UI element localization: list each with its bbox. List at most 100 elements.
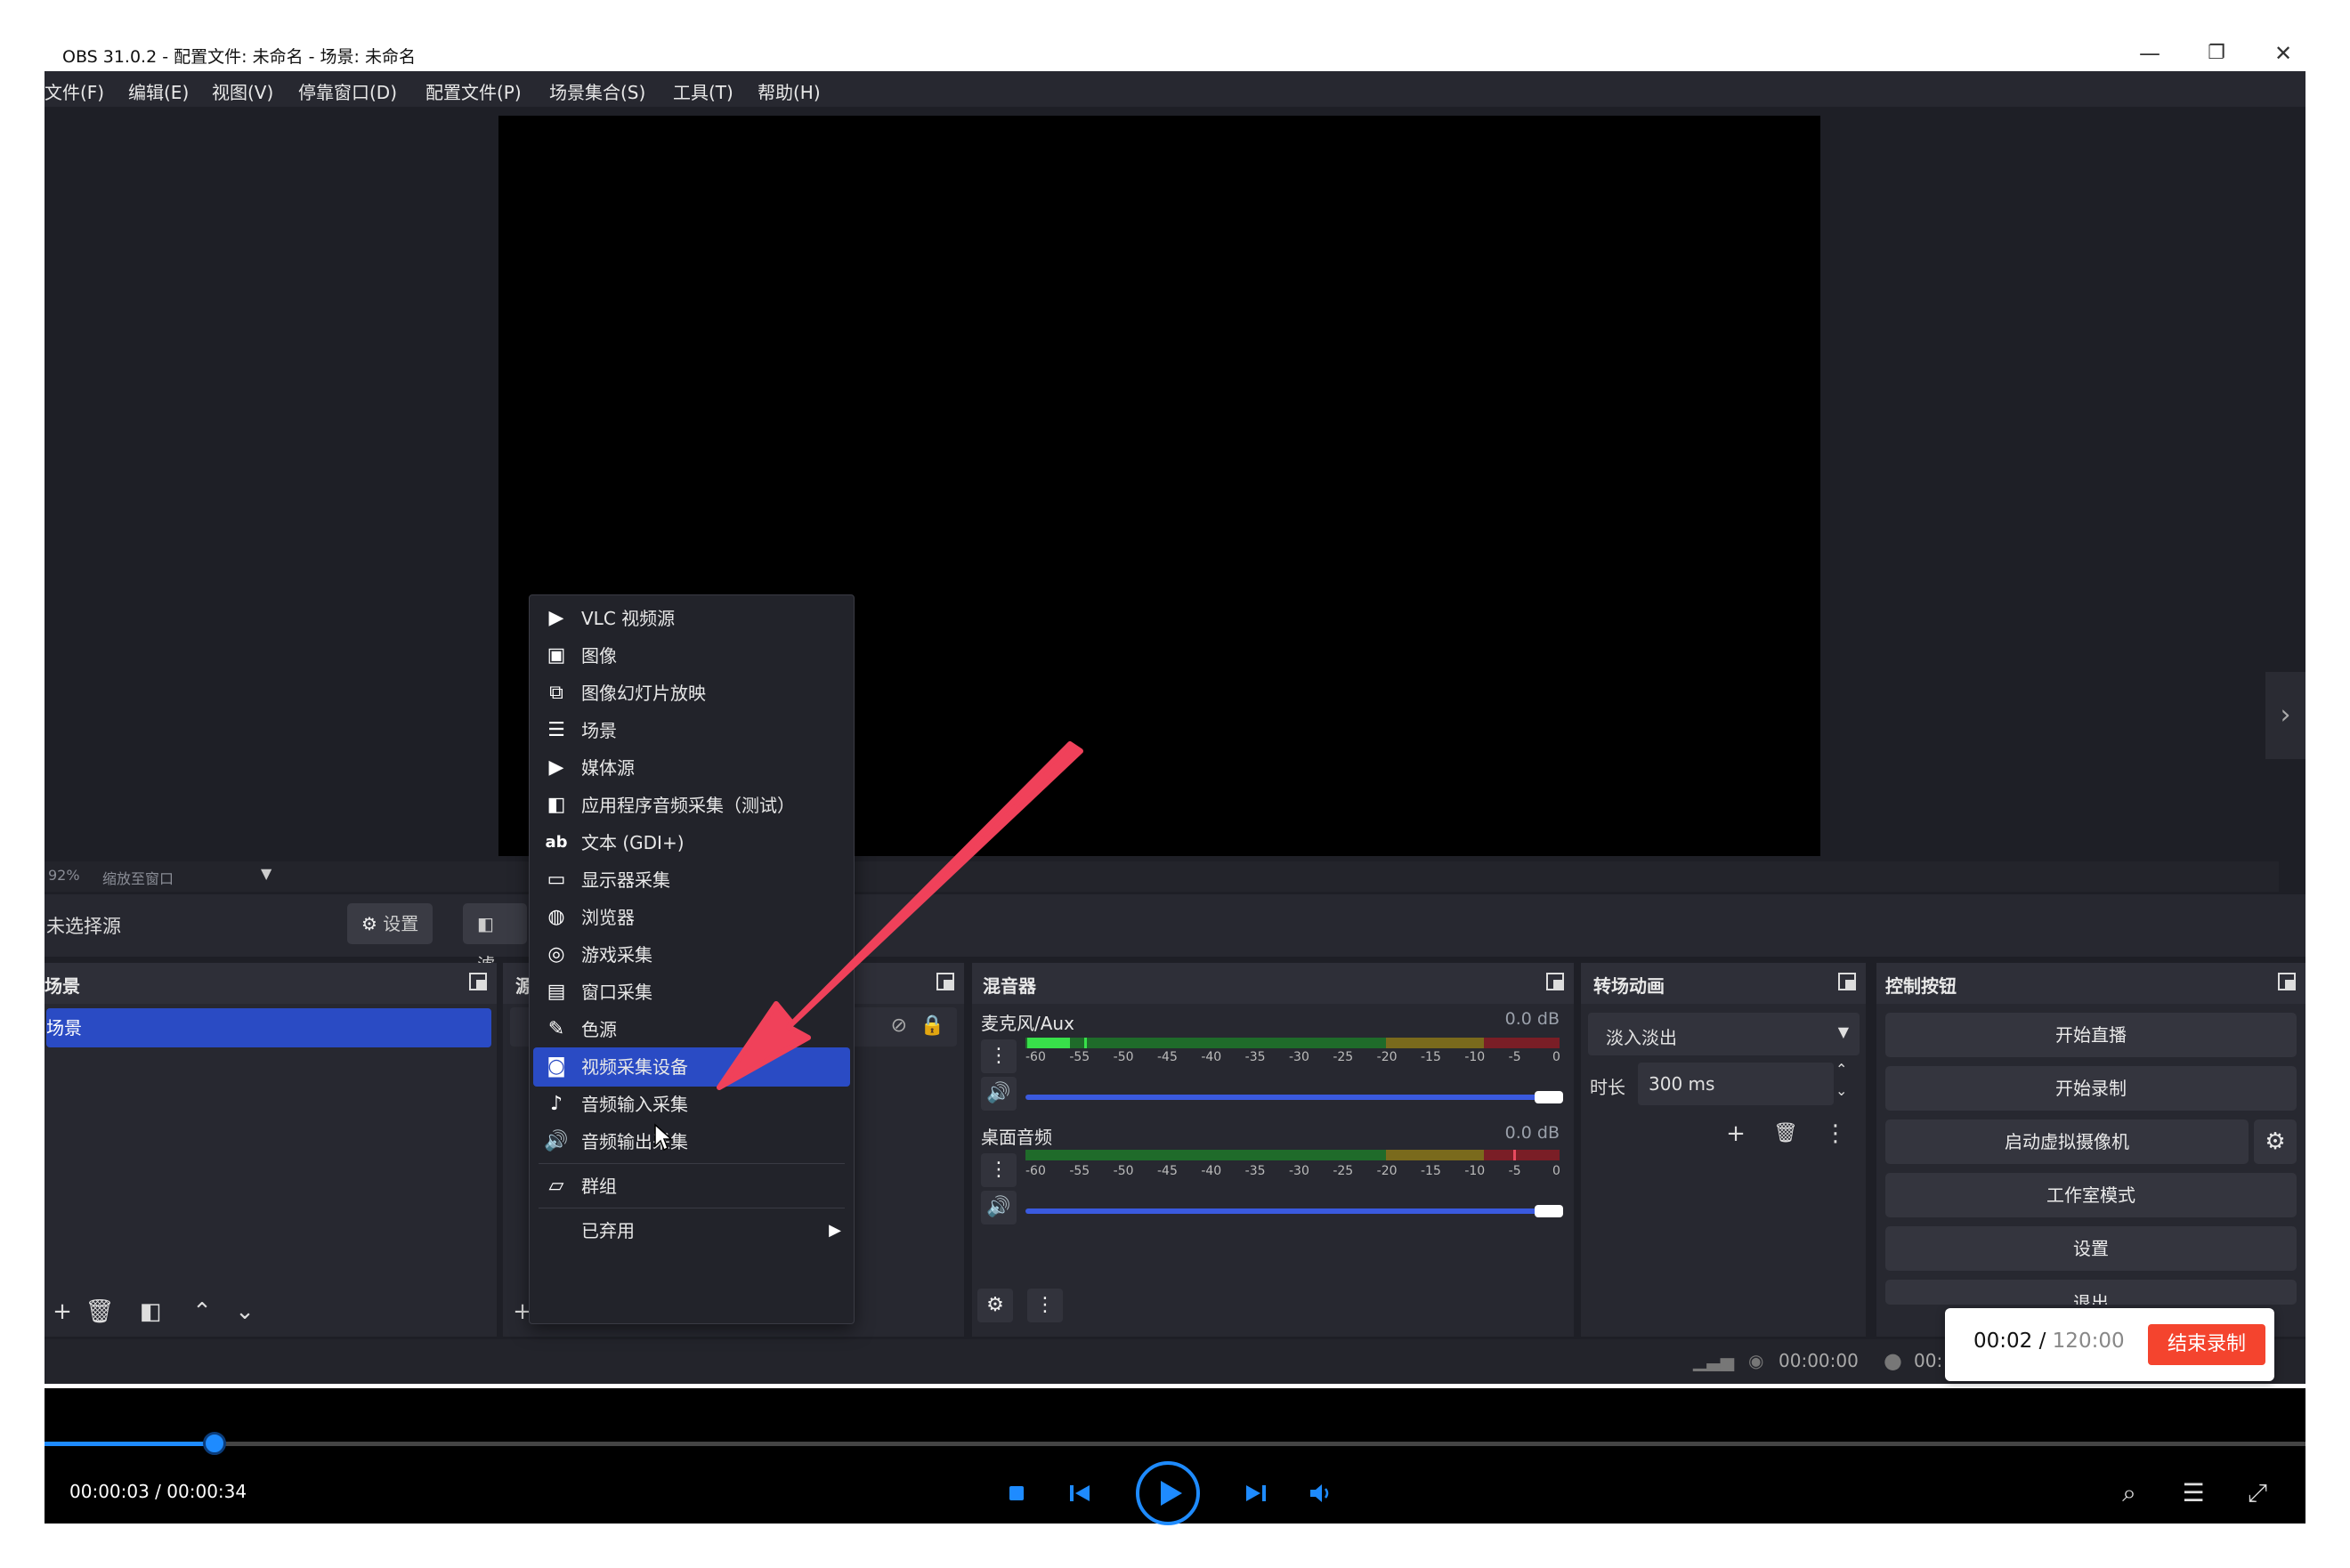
image-icon: ▣ <box>547 644 566 667</box>
recording-total: 120:00 <box>2052 1330 2125 1353</box>
meter-scale: -60 -55 -50 -45 -40 -35 -30 -25 -20 -15 -10 -5 0 <box>1025 1050 1560 1066</box>
menu-profile[interactable]: 配置文件(P) <box>425 78 522 104</box>
undock-icon[interactable] <box>1837 972 1857 991</box>
menu-file[interactable]: 文件(F) <box>45 78 104 104</box>
signal-icon: ▁▃▅ <box>1693 1350 1735 1371</box>
menu-item-label: 窗口采集 <box>581 982 652 1003</box>
volume-icon[interactable] <box>1307 1481 1335 1506</box>
scenes-dock-title: 场景 <box>45 975 80 997</box>
meter-scale-label: -60 <box>1025 1164 1046 1178</box>
menu-item-16[interactable]: 已弃用 ▶ <box>533 1211 850 1250</box>
source-settings-button[interactable]: ⚙ 设置 <box>347 903 434 944</box>
volume-slider[interactable] <box>1025 1095 1560 1100</box>
menu-item-label: 场景 <box>581 720 617 741</box>
menu-item-15[interactable]: ▱ 群组 <box>533 1167 850 1206</box>
menu-item-2[interactable]: ⧉ 图像幻灯片放映 <box>533 674 850 713</box>
scenes-dock-header: 场景 <box>45 963 497 1004</box>
menu-item-1[interactable]: ▣ 图像 <box>533 636 850 675</box>
close-button[interactable]: ✕ <box>2252 39 2314 68</box>
slideshow-icon: ⧉ <box>549 682 563 704</box>
trash-icon[interactable]: 🗑 <box>80 1292 119 1331</box>
volume-meter <box>1025 1150 1560 1160</box>
meter-scale-label: -10 <box>1464 1050 1486 1064</box>
menu-item-0[interactable]: ▶ VLC 视频源 <box>533 599 850 638</box>
camera-icon: ◙ <box>547 1055 566 1078</box>
chevron-down-icon[interactable]: ⌄ <box>1835 1082 1847 1099</box>
duration-label: 时长 <box>1590 1077 1625 1098</box>
add-scene-icon[interactable]: + <box>43 1292 82 1331</box>
play-icon[interactable] <box>1134 1459 1202 1527</box>
undock-icon[interactable] <box>2277 972 2297 991</box>
studio-mode-button[interactable]: 工作室模式 <box>1885 1173 2297 1217</box>
window-title: OBS 31.0.2 - 配置文件: 未命名 - 场景: 未命名 <box>62 47 416 67</box>
menu-item-label: 文本 (GDI+) <box>581 832 685 853</box>
menu-item-label: 显示器采集 <box>581 869 670 891</box>
menu-item-label: 色源 <box>581 1019 617 1040</box>
scene-list-item[interactable]: 场景 <box>46 1008 491 1047</box>
track-menu-icon[interactable]: ⋮ <box>981 1153 1017 1187</box>
volume-slider-handle[interactable] <box>1535 1205 1563 1217</box>
progress-track[interactable] <box>45 1442 2305 1446</box>
stop-recording-button[interactable]: 结束录制 <box>2148 1324 2265 1365</box>
chevron-right-icon[interactable]: › <box>2265 672 2305 759</box>
previous-icon[interactable] <box>1066 1481 1095 1506</box>
gear-icon[interactable]: ⚙ <box>977 1289 1013 1322</box>
gear-icon[interactable]: ⚙ <box>2254 1119 2297 1164</box>
mouse-cursor-icon <box>654 1123 673 1152</box>
menu-edit[interactable]: 编辑(E) <box>128 78 189 104</box>
trash-icon[interactable]: 🗑 <box>1766 1114 1805 1153</box>
menu-item-label: 图像幻灯片放映 <box>581 683 706 704</box>
screenshot-search-icon[interactable]: ⌕ <box>2111 1475 2147 1511</box>
settings-sliders-icon[interactable]: ☰ <box>2176 1475 2211 1511</box>
meter-scale-label: -35 <box>1244 1164 1266 1178</box>
next-icon[interactable] <box>1241 1481 1269 1506</box>
gear-icon: ⚙ <box>361 913 377 934</box>
menu-scene-collection[interactable]: 场景集合(S) <box>549 78 645 104</box>
undock-icon[interactable] <box>468 972 488 991</box>
progress-handle[interactable] <box>203 1432 226 1455</box>
duration-spinbox[interactable]: 300 ms <box>1638 1063 1834 1105</box>
start-virtual-camera-button[interactable]: 启动虚拟摄像机 <box>1885 1119 2249 1164</box>
zoom-bar: 92% 缩放至窗口 ▼ <box>45 861 2279 892</box>
menu-help[interactable]: 帮助(H) <box>758 78 821 104</box>
meter-scale-label: -30 <box>1289 1050 1309 1064</box>
meter-scale-label: -45 <box>1157 1050 1178 1064</box>
menu-view[interactable]: 视图(V) <box>212 78 273 104</box>
scene-filters-icon[interactable]: ◧ <box>131 1292 170 1331</box>
volume-slider-handle[interactable] <box>1535 1091 1563 1103</box>
volume-slider[interactable] <box>1025 1208 1560 1214</box>
app-audio-icon: ◧ <box>547 794 566 816</box>
microphone-icon: ♪ <box>549 1093 563 1115</box>
add-transition-icon[interactable]: + <box>1716 1114 1755 1153</box>
submenu-arrow-icon: ▶ <box>829 1221 841 1240</box>
record-time: 00: <box>1914 1350 1943 1371</box>
speaker-icon[interactable]: 🔊 <box>981 1191 1017 1224</box>
exit-button[interactable]: 退出 <box>1885 1280 2297 1305</box>
minimize-button[interactable]: — <box>2119 39 2181 68</box>
maximize-button[interactable]: ❐ <box>2185 39 2248 68</box>
source-filters-button[interactable]: ◧ 滤 <box>463 903 527 975</box>
start-streaming-button[interactable]: 开始直播 <box>1885 1013 2297 1057</box>
chevron-up-icon[interactable]: ⌃ <box>182 1292 222 1331</box>
brush-icon: ✎ <box>547 1018 565 1040</box>
menu-item-14[interactable]: 🔊 音频输出采集 <box>533 1122 850 1161</box>
transition-menu-icon[interactable]: ⋮ <box>1816 1114 1855 1153</box>
zoom-select[interactable]: 缩放至窗口 <box>102 867 174 888</box>
fullscreen-icon[interactable]: ⤢ <box>2240 1475 2275 1511</box>
chevron-up-icon[interactable]: ⌃ <box>1835 1061 1847 1078</box>
chevron-down-icon[interactable]: ▼ <box>261 865 271 882</box>
meter-scale-label: -40 <box>1201 1164 1222 1178</box>
controls-dock-header: 控制按钮 <box>1876 963 2305 1004</box>
chevron-down-icon[interactable]: ⌄ <box>225 1292 264 1331</box>
undock-icon[interactable] <box>1545 972 1565 991</box>
menu-docks[interactable]: 停靠窗口(D) <box>298 78 397 104</box>
recording-popup: 00:02 / 120:00 结束录制 <box>1945 1308 2274 1381</box>
meter-scale-label: -35 <box>1244 1050 1266 1064</box>
transition-select[interactable]: 淡入淡出 ▼ <box>1588 1013 1860 1055</box>
record-icon: ● <box>1884 1348 1902 1373</box>
start-recording-button[interactable]: 开始录制 <box>1885 1066 2297 1111</box>
settings-button[interactable]: 设置 <box>1885 1226 2297 1271</box>
mixer-menu-icon[interactable]: ⋮ <box>1027 1289 1063 1322</box>
menu-tools[interactable]: 工具(T) <box>673 78 733 104</box>
stop-icon[interactable] <box>1004 1481 1029 1506</box>
